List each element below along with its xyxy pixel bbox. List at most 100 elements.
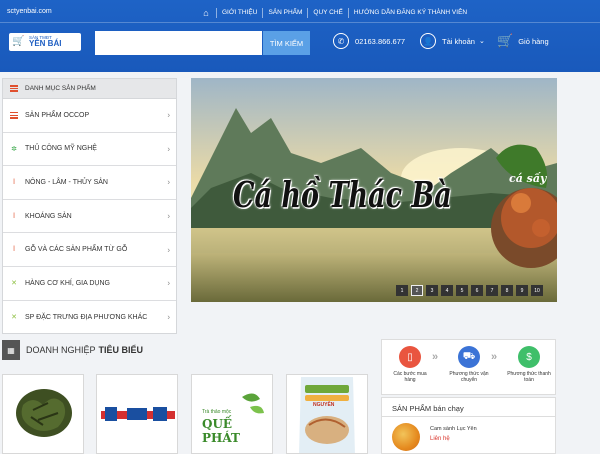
best-selling-panel: SẢN PHẨM bán chạy Cam sành Lục Yên Liên …	[381, 397, 556, 454]
bottle-icon: ǀ	[13, 178, 15, 186]
double-arrow-icon: »	[491, 351, 498, 363]
hotline-number: 02163.866.677	[355, 36, 406, 46]
step-label: Phương thức vận chuyển	[449, 371, 489, 383]
que-phat-brand: QUẾ PHÁT	[202, 417, 240, 445]
business-card-packaged-food[interactable]: NGUYÊN	[286, 374, 368, 454]
best-selling-title: SẢN PHẨM bán chạy	[382, 398, 555, 417]
site-logo[interactable]: 🛒 SÀN TMĐT YÊN BÁI	[9, 33, 81, 51]
banner-page-4[interactable]: 4	[441, 285, 453, 296]
truck-icon: ⛟	[458, 346, 480, 368]
chevron-right-icon: ›	[167, 177, 170, 187]
sidebar-item-thu-cong[interactable]: ✲ THỦ CÔNG MỸ NGHỆ ›	[3, 133, 176, 167]
chevron-down-icon: ⌄	[478, 38, 485, 45]
banner-title: Cá hồ Thác Bà	[233, 176, 452, 217]
chevron-right-icon: ›	[167, 278, 170, 288]
header-bar: sctyenbai.com ⌂ GIỚI THIỆU SẢN PHẨM QUY …	[0, 0, 600, 72]
chevron-right-icon: ›	[167, 312, 170, 322]
sidebar-item-dac-trung[interactable]: ✕ SP ĐẶC TRƯNG ĐỊA PHƯƠNG KHÁC ›	[3, 301, 176, 335]
business-logo-image	[97, 375, 177, 453]
section-title: ▦ DOANH NGHIỆP TIÊU BIỂU	[2, 340, 143, 360]
hotline[interactable]: ✆ 02163.866.677	[333, 32, 405, 50]
banner-page-3[interactable]: 3	[426, 285, 438, 296]
banner-page-6[interactable]: 6	[471, 285, 483, 296]
chevron-right-icon: ›	[167, 245, 170, 255]
account-menu[interactable]: 👤 Tài khoản ⌄	[420, 32, 485, 50]
sidebar-item-label: NÔNG - LÂM - THỦY SẢN	[25, 178, 108, 186]
chevron-right-icon: ›	[167, 211, 170, 221]
sidebar-item-nong-lam[interactable]: ǀ NÔNG - LÂM - THỦY SẢN ›	[3, 166, 176, 200]
cart-label: Giỏ hàng	[518, 36, 549, 46]
business-card-tea[interactable]	[2, 374, 84, 454]
double-arrow-icon: »	[432, 351, 439, 363]
sidebar-item-label: THỦ CÔNG MỸ NGHỆ	[25, 145, 97, 153]
user-icon: 👤	[420, 33, 436, 49]
bottle-icon: ǀ	[13, 212, 15, 220]
best-item-price: Liên hệ	[430, 436, 450, 442]
step-purchase[interactable]: ▯ Các bước mua hàng	[388, 346, 432, 383]
top-nav: ⌂ GIỚI THIỆU SẢN PHẨM QUY CHẾ HƯỚNG DẪN …	[200, 6, 472, 20]
cart-button[interactable]: 🛒 Giỏ hàng	[497, 32, 549, 50]
sidebar-header: DANH MỤC SẢN PHẨM	[3, 79, 176, 99]
account-label: Tài khoản	[442, 36, 475, 46]
banner-page-10[interactable]: 10	[531, 285, 543, 296]
banner-page-5[interactable]: 5	[456, 285, 468, 296]
sidebar-item-occop[interactable]: SẢN PHẨM OCCOP ›	[3, 99, 176, 133]
best-selling-item[interactable]: Cam sành Lục Yên Liên hệ	[392, 423, 477, 451]
banner-page-1[interactable]: 1	[396, 285, 408, 296]
home-icon[interactable]: ⌂	[200, 7, 212, 19]
sidebar-item-co-khi[interactable]: ✕ HÀNG CƠ KHÍ, GIA DỤNG ›	[3, 267, 176, 301]
header-divider	[0, 22, 600, 23]
nav-quy-che[interactable]: QUY CHẾ	[307, 8, 348, 18]
banner-page-9[interactable]: 9	[516, 285, 528, 296]
payment-icon: $	[518, 346, 540, 368]
chevron-right-icon: ›	[167, 144, 170, 154]
logo-big-text: YÊN BÁI	[29, 39, 62, 49]
phone-order-icon: ▯	[399, 346, 421, 368]
step-shipping[interactable]: ⛟ Phương thức vận chuyển	[447, 346, 491, 383]
business-card-que-phat[interactable]: Trà thảo mộc QUẾ PHÁT	[191, 374, 273, 454]
step-label: Phương thức thanh toán	[507, 371, 551, 383]
sidebar-item-label: HÀNG CƠ KHÍ, GIA DỤNG	[25, 279, 110, 287]
building-icon: ▦	[2, 340, 20, 360]
sidebar-title: DANH MỤC SẢN PHẨM	[25, 85, 96, 92]
banner-page-2[interactable]: 2	[411, 285, 423, 296]
craft-icon: ✲	[11, 145, 17, 153]
bars-icon	[10, 111, 18, 119]
search-input[interactable]	[95, 31, 262, 55]
tea-leaves-image	[3, 375, 83, 453]
hero-banner[interactable]: Cá hồ Thác Bà cá sấy 1 2 3 4 5 6 7 8 9 1…	[191, 78, 557, 302]
cart-icon: 🛒	[497, 33, 514, 48]
step-label: Các bước mua hàng	[393, 371, 427, 383]
sidebar-item-label: GỖ VÀ CÁC SẢN PHẨM TỪ GỖ	[25, 246, 128, 254]
nav-huong-dan[interactable]: HƯỚNG DẪN ĐĂNG KÝ THÀNH VIÊN	[347, 8, 472, 18]
banner-dish-label: cá sấy	[509, 172, 547, 185]
nav-gioi-thieu[interactable]: GIỚI THIỆU	[216, 8, 262, 18]
sidebar-item-label: KHOÁNG SẢN	[25, 212, 72, 220]
banner-page-8[interactable]: 8	[501, 285, 513, 296]
que-phat-tagline: Trà thảo mộc	[202, 409, 232, 415]
packaged-food-image	[287, 375, 367, 453]
banner-page-7[interactable]: 7	[486, 285, 498, 296]
section-title-highlight: TIÊU BIỂU	[98, 345, 144, 355]
purchase-steps-panel: ▯ Các bước mua hàng » ⛟ Phương thức vận …	[381, 339, 556, 395]
sidebar-item-go[interactable]: ǀ GỖ VÀ CÁC SẢN PHẨM TỪ GỖ ›	[3, 233, 176, 267]
step-payment[interactable]: $ Phương thức thanh toán	[507, 346, 551, 383]
search-button[interactable]: TÌM KIẾM	[263, 31, 310, 55]
nav-san-pham[interactable]: SẢN PHẨM	[262, 8, 307, 18]
orange-image	[392, 423, 420, 451]
category-sidebar: DANH MỤC SẢN PHẨM SẢN PHẨM OCCOP › ✲ THỦ…	[2, 78, 177, 334]
section-title-prefix: DOANH NGHIỆP	[26, 345, 96, 355]
sidebar-item-khoang-san[interactable]: ǀ KHOÁNG SẢN ›	[3, 200, 176, 234]
business-card-logo[interactable]	[96, 374, 178, 454]
chevron-right-icon: ›	[167, 110, 170, 120]
sidebar-item-label: SP ĐẶC TRƯNG ĐỊA PHƯƠNG KHÁC	[25, 313, 148, 321]
banner-pagination: 1 2 3 4 5 6 7 8 9 10	[396, 285, 543, 296]
logo-cart-icon: 🛒	[12, 36, 25, 47]
sidebar-item-label: SẢN PHẨM OCCOP	[25, 111, 90, 119]
best-item-name[interactable]: Cam sành Lục Yên	[430, 426, 477, 432]
bag-label: NGUYÊN	[313, 402, 335, 408]
menu-bars-icon	[10, 85, 18, 92]
bottle-icon: ǀ	[13, 246, 15, 254]
tools-icon: ✕	[11, 280, 17, 288]
site-url[interactable]: sctyenbai.com	[7, 8, 52, 15]
